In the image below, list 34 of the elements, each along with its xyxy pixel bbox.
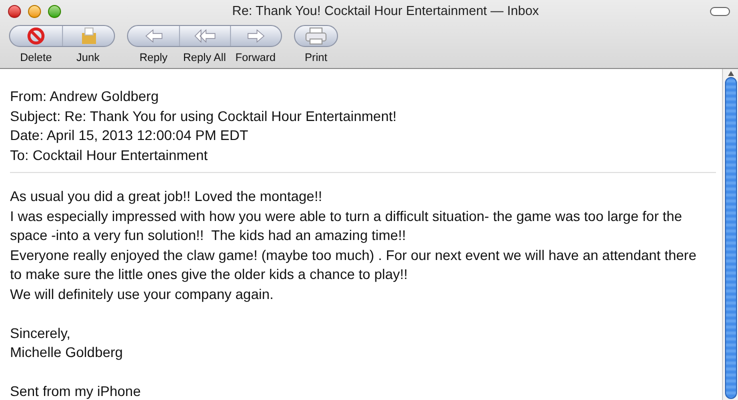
- message-line: Michelle Goldberg: [10, 343, 124, 362]
- segmented-control[interactable]: [9, 25, 115, 47]
- message-line: I was especially impressed with how you were able to turn a difficult situation- the game was too large for the: [10, 206, 684, 226]
- button-label[interactable]: Delete: [10, 51, 62, 65]
- no-entry-icon: [27, 27, 45, 45]
- double-left-arrow-icon: [194, 29, 216, 43]
- minimize-button[interactable]: [28, 4, 41, 18]
- button-label[interactable]: Forward: [230, 51, 281, 65]
- header-line: From: Andrew Goldberg: [10, 87, 160, 106]
- toolbar-toggle-button[interactable]: [710, 6, 730, 16]
- zoom-button[interactable]: [48, 4, 61, 18]
- message-line: We will definitely use your company again.: [10, 284, 275, 304]
- scrollbar[interactable]: [722, 69, 738, 400]
- header-line: Subject: Re: Thank You for using Cocktail Hour Entertainment!: [10, 106, 398, 126]
- close-button[interactable]: [8, 4, 21, 18]
- scroll-thumb[interactable]: [724, 77, 736, 399]
- button-label[interactable]: Junk: [62, 51, 114, 65]
- message-line: to make sure the little ones give the older kids a chance to play!!: [10, 265, 409, 284]
- button-label[interactable]: Print: [295, 51, 337, 65]
- message-line: As usual you did a great job!! Loved the montage!!: [10, 187, 324, 206]
- message-line: Sincerely,: [10, 324, 72, 343]
- header-line: Date: April 15, 2013 12:00:04 PM EDT: [10, 126, 250, 145]
- message-line: Sent from my iPhone: [10, 382, 142, 400]
- window-title: Re: Thank You! Cocktail Hour Entertainment — Inbox: [232, 2, 539, 20]
- header-line: To: Cocktail Hour Entertainment: [10, 146, 209, 164]
- button-label[interactable]: Reply All: [179, 51, 230, 65]
- button-label[interactable]: Reply: [128, 51, 179, 65]
- junk-bag-icon: [80, 27, 98, 45]
- right-arrow-icon: [247, 29, 265, 43]
- printer-icon: [305, 27, 327, 45]
- message-line: space -into a very fun solution!! The kids had an amazing time!!: [10, 226, 407, 245]
- left-arrow-icon: [144, 29, 162, 43]
- message-line: Everyone really enjoyed the claw game! (maybe too much) . For our next event we will have an attendant there: [10, 246, 698, 265]
- segmented-control[interactable]: [127, 25, 282, 47]
